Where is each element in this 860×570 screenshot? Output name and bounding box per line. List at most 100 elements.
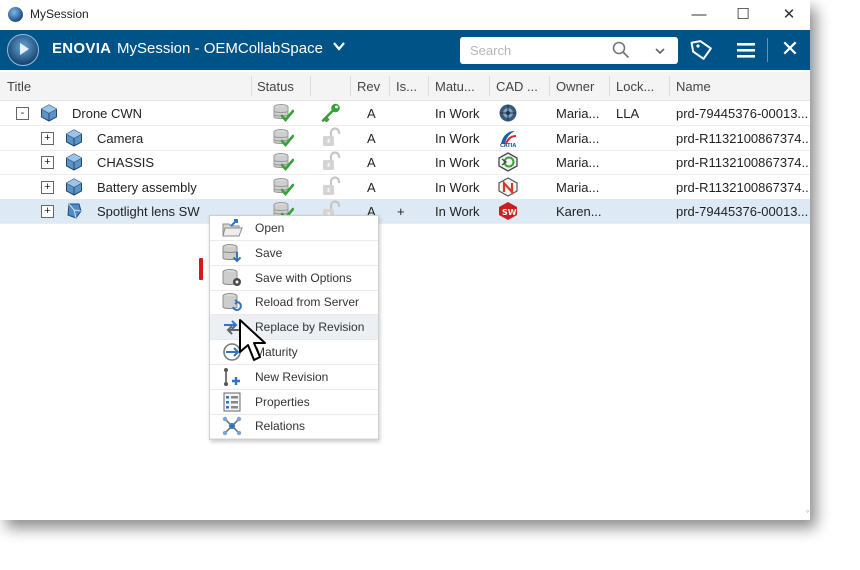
row-name: prd-R1132100867374... <box>676 155 808 171</box>
status-saved-check-icon <box>272 103 295 123</box>
menu-item-reload-from-server[interactable]: Reload from Server <box>210 290 378 316</box>
column-title[interactable]: Title <box>7 79 31 94</box>
part-icon <box>65 202 83 220</box>
maximize-button[interactable]: ☐ <box>729 3 757 27</box>
search-dropdown-chevron-icon[interactable] <box>654 45 666 57</box>
menu-item-label: Open <box>255 221 285 235</box>
column-cad[interactable]: CAD ... <box>496 79 538 94</box>
menu-item-label: Replace by Revision <box>255 320 365 335</box>
column-status[interactable]: Status <box>257 79 294 94</box>
session-close-icon[interactable]: ✕ <box>778 36 802 62</box>
open-icon <box>221 218 243 238</box>
status-saved-check-icon <box>272 128 295 148</box>
row-maturity: In Work <box>435 106 480 121</box>
search-icon[interactable] <box>612 41 630 59</box>
unlocked-icon[interactable] <box>320 127 342 147</box>
menu-item-label: New Revision <box>255 369 329 384</box>
expand-toggle[interactable]: + <box>41 205 54 219</box>
product-cube-icon <box>40 104 58 122</box>
pointer-cursor-icon <box>239 319 266 361</box>
table-row[interactable]: - Drone CWN A In Work Maria... LLA prd-7… <box>0 101 810 126</box>
column-maturity[interactable]: Matu... <box>435 79 475 94</box>
row-owner: Maria... <box>556 155 600 171</box>
column-is[interactable]: Is... <box>396 79 417 94</box>
search-box[interactable]: Search <box>460 37 678 64</box>
compass-logo-icon[interactable] <box>7 34 39 66</box>
window-close-button[interactable]: ✕ <box>775 3 803 27</box>
row-revision: A <box>367 106 376 121</box>
creo-icon <box>497 152 519 172</box>
hamburger-menu-icon[interactable] <box>736 38 756 62</box>
window-title: MySession <box>30 7 89 21</box>
row-revision: A <box>367 155 376 171</box>
header-separator <box>767 38 768 62</box>
menu-item-maturity[interactable]: Maturity <box>210 340 378 365</box>
row-revision: A <box>367 130 376 146</box>
nx-icon <box>497 177 519 197</box>
column-rev[interactable]: Rev <box>357 79 380 94</box>
row-title: CHASSIS <box>97 155 155 171</box>
expand-toggle[interactable]: + <box>41 180 54 194</box>
row-name: prd-79445376-00013... <box>676 204 808 220</box>
product-cube-icon <box>65 153 83 171</box>
table-header: Title Status Rev Is... Matu... CAD ... O… <box>0 72 810 101</box>
expand-toggle[interactable]: - <box>16 107 29 120</box>
row-maturity: In Work <box>435 155 480 171</box>
column-name[interactable]: Name <box>676 79 711 94</box>
menu-item-relations[interactable]: Relations <box>210 414 378 440</box>
brand-label: ENOVIA <box>52 40 112 57</box>
table-row[interactable]: + CHASSIS A In Work Maria... prd-R113210… <box>0 150 810 176</box>
assembly-cad-icon <box>497 103 519 123</box>
row-owner: Maria... <box>556 179 600 195</box>
resize-grip-icon[interactable]: ◦ <box>806 506 812 516</box>
table-row[interactable]: + Spotlight lens SW A + In Work SW Karen… <box>0 199 810 225</box>
row-owner: Karen... <box>556 204 602 220</box>
row-maturity: In Work <box>435 130 480 146</box>
row-owner: Maria... <box>556 106 600 121</box>
status-saved-check-icon <box>272 152 295 172</box>
context-menu: Open Save Save with Options Reload from … <box>209 215 379 440</box>
row-name: prd-79445376-00013... <box>676 106 808 121</box>
expand-toggle[interactable]: + <box>41 156 54 170</box>
menu-item-save-with-options[interactable]: Save with Options <box>210 266 378 291</box>
expand-toggle[interactable]: + <box>41 131 54 145</box>
menu-item-save[interactable]: Save <box>210 241 378 266</box>
product-cube-icon <box>65 178 83 196</box>
row-maturity: In Work <box>435 179 480 195</box>
menu-item-label: Reload from Server <box>255 295 360 310</box>
menu-item-replace-by-revision[interactable]: Replace by Revision <box>210 315 378 341</box>
tag-icon[interactable] <box>690 38 714 62</box>
menu-item-properties[interactable]: Properties <box>210 390 378 415</box>
minimize-button[interactable]: — <box>685 3 713 27</box>
search-input[interactable]: Search <box>470 43 511 58</box>
column-owner[interactable]: Owner <box>556 79 594 94</box>
row-name: prd-R1132100867374... <box>676 130 808 146</box>
menu-item-label: Save with Options <box>255 270 352 285</box>
menu-item-open[interactable]: Open <box>210 216 378 241</box>
annotation-marker <box>199 258 203 280</box>
row-name: prd-R1132100867374... <box>676 179 808 195</box>
svg-text:SW: SW <box>502 208 517 217</box>
row-is: + <box>397 204 405 220</box>
app-icon <box>8 7 23 22</box>
new-revision-icon <box>221 367 243 387</box>
row-maturity: In Work <box>435 204 480 220</box>
row-lock: LLA <box>616 106 640 121</box>
table-row[interactable]: + Camera A In Work CATIA Maria... prd-R1… <box>0 126 810 151</box>
row-revision: A <box>367 179 376 195</box>
session-chevron-down-icon[interactable] <box>333 40 345 55</box>
session-title[interactable]: MySession - OEMCollabSpace <box>117 40 323 57</box>
reload-icon <box>221 292 243 312</box>
svg-text:CATIA: CATIA <box>500 143 516 148</box>
relations-icon <box>221 416 243 436</box>
menu-item-new-revision[interactable]: New Revision <box>210 365 378 390</box>
catia-icon: CATIA <box>497 128 519 149</box>
unlocked-icon[interactable] <box>320 151 342 171</box>
key-icon[interactable] <box>320 102 342 123</box>
column-lock[interactable]: Lock... <box>616 79 654 94</box>
solidworks-icon: SW <box>497 201 519 221</box>
table-row[interactable]: + Battery assembly A In Work Maria... pr… <box>0 175 810 200</box>
properties-icon <box>221 392 243 412</box>
unlocked-icon[interactable] <box>320 176 342 196</box>
row-title: Drone CWN <box>72 106 143 121</box>
